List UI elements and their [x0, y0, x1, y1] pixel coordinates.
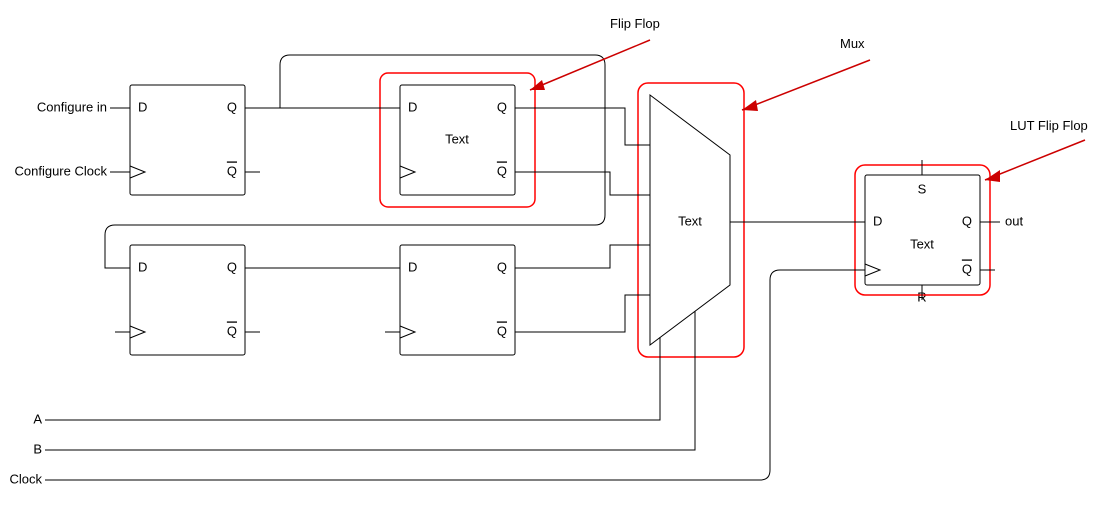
pin-d: D — [408, 259, 417, 274]
mux-text: Text — [678, 213, 702, 228]
pin-qbar: Q — [227, 163, 237, 178]
flipflop-bottom-left: D Q Q — [130, 245, 245, 355]
label-b: B — [33, 441, 42, 456]
label-a: A — [33, 411, 42, 426]
lut-text: Text — [910, 236, 934, 251]
flipflop-top-right: D Q Q Text — [400, 85, 515, 195]
pin-q: Q — [497, 99, 507, 114]
pin-s: S — [918, 181, 927, 196]
wire-br-qbar-mux — [515, 295, 650, 332]
label-out: out — [1005, 213, 1023, 228]
mux: Text — [650, 95, 730, 345]
label-configure-clock: Configure Clock — [15, 163, 108, 178]
flipflop-top-left: D Q Q — [130, 85, 245, 195]
annotation-flipflop: Flip Flop — [610, 16, 660, 31]
flipflop-text: Text — [445, 131, 469, 146]
arrow-lut-flipflop — [985, 140, 1085, 182]
pin-d: D — [138, 99, 147, 114]
label-clock: Clock — [9, 471, 42, 486]
arrow-mux — [742, 60, 870, 111]
annotation-mux: Mux — [840, 36, 865, 51]
pin-q: Q — [497, 259, 507, 274]
pin-qbar: Q — [497, 323, 507, 338]
label-configure-in: Configure in — [37, 99, 107, 114]
pin-q: Q — [227, 259, 237, 274]
pin-q: Q — [227, 99, 237, 114]
pin-qbar: Q — [497, 163, 507, 178]
pin-d: D — [138, 259, 147, 274]
pin-d: D — [408, 99, 417, 114]
pin-q: Q — [962, 213, 972, 228]
pin-qbar: Q — [962, 261, 972, 276]
diagram-canvas: D Q Q D Q Q Text D Q Q D Q Q Text D Q Q — [0, 0, 1105, 526]
wire-br-q-mux — [515, 245, 650, 268]
pin-d: D — [873, 213, 882, 228]
flipflop-bottom-right: D Q Q — [400, 245, 515, 355]
pin-qbar: Q — [227, 323, 237, 338]
arrow-flipflop — [530, 40, 650, 90]
annotation-lut-flipflop: LUT Flip Flop — [1010, 118, 1088, 133]
